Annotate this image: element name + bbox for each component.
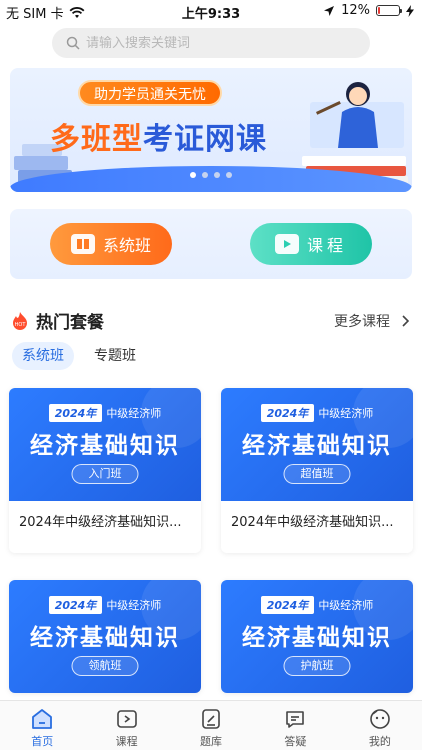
banner-title-part2: 考证网课: [143, 122, 267, 157]
tabbar-item-question-bank[interactable]: 题库: [169, 701, 253, 750]
play-icon: [274, 234, 299, 254]
cover-badge: 入门班: [71, 464, 139, 484]
svg-text:HOT: HOT: [15, 322, 27, 328]
cover-year: 2024年: [48, 596, 103, 614]
tabbar-item-profile[interactable]: 我的: [338, 701, 422, 750]
course-name: 2024年中级经济基础知识...: [19, 515, 182, 530]
tab-topic-class[interactable]: 专题班: [84, 342, 146, 370]
hot-section-header: HOT 热门套餐 更多课程: [10, 308, 412, 334]
course-cover: 2024年 中级经济师 经济基础知识 超值班: [221, 388, 413, 501]
cover-exam: 中级经济师: [318, 599, 374, 612]
cover-year: 2024年: [48, 404, 103, 422]
hot-title: 热门套餐: [36, 313, 104, 333]
banner-dot[interactable]: [190, 172, 196, 178]
question-bank-icon: [202, 709, 220, 729]
cover-title: 经济基础知识: [30, 433, 180, 459]
system-class-label: 系统班: [102, 236, 151, 255]
class-type-card: 系统班 课程: [10, 209, 412, 279]
book-icon: [70, 234, 95, 254]
cover-header: 2024年 中级经济师: [9, 596, 201, 614]
battery-icon: [376, 5, 402, 16]
cover-header: 2024年 中级经济师: [221, 404, 413, 422]
tab-system-class[interactable]: 系统班: [12, 342, 74, 370]
cover-title: 经济基础知识: [242, 433, 392, 459]
tabbar-label-home: 首页: [31, 735, 54, 748]
course-icon: [116, 710, 137, 728]
course-label: 课程: [306, 236, 347, 255]
hot-icon: HOT: [13, 312, 27, 330]
course-button[interactable]: 课程: [250, 223, 372, 265]
banner-pagination[interactable]: [190, 172, 232, 178]
status-bar: 无 SIM 卡 上午9:33 12%: [0, 0, 422, 22]
cover-year: 2024年: [260, 404, 315, 422]
status-right: 12%: [323, 3, 414, 18]
battery-percent: 12%: [341, 3, 370, 18]
cover-badge: 护航班: [283, 656, 351, 676]
more-courses-label: 更多课程: [334, 314, 390, 330]
course-card[interactable]: 2024年 中级经济师 经济基础知识 超值班 2024年中级经济基础知识...: [221, 388, 413, 553]
home-icon: [32, 709, 53, 729]
cover-badge: 超值班: [283, 464, 351, 484]
cover-exam: 中级经济师: [318, 407, 374, 420]
tabbar-label-question-bank: 题库: [200, 735, 223, 748]
search-icon: [66, 36, 80, 50]
banner-tag: 助力学员通关无忧: [78, 80, 222, 106]
banner-title-part1: 多班型: [50, 122, 143, 157]
location-icon: [324, 5, 335, 16]
tabbar-item-home[interactable]: 首页: [0, 701, 84, 750]
profile-icon: [370, 709, 390, 729]
promo-banner[interactable]: 助力学员通关无忧 多班型考证网课: [10, 68, 412, 192]
hot-tabs: 系统班 专题班: [12, 342, 146, 370]
cover-title: 经济基础知识: [30, 625, 180, 651]
tabbar-item-qa[interactable]: 答疑: [253, 701, 337, 750]
system-class-button[interactable]: 系统班: [50, 223, 172, 265]
cover-exam: 中级经济师: [106, 407, 162, 420]
banner-dot[interactable]: [202, 172, 208, 178]
battery-fill: [378, 7, 381, 14]
course-card[interactable]: 2024年 中级经济师 经济基础知识 入门班 2024年中级经济基础知识...: [9, 388, 201, 553]
tabbar-label-qa: 答疑: [284, 735, 307, 748]
search-input[interactable]: [86, 35, 356, 51]
course-name: 2024年中级经济基础知识...: [231, 515, 394, 530]
search-bar[interactable]: [52, 28, 370, 58]
tabbar-label-profile: 我的: [368, 735, 391, 748]
charging-icon: [406, 4, 414, 17]
cover-badge: 领航班: [71, 656, 139, 676]
cover-exam: 中级经济师: [106, 599, 162, 612]
tabbar-item-course[interactable]: 课程: [84, 701, 168, 750]
cover-year: 2024年: [260, 596, 315, 614]
banner-title: 多班型考证网课: [50, 114, 267, 158]
bottom-tab-bar: 首页 课程 题库 答疑 我的: [0, 700, 422, 750]
course-cover: 2024年 中级经济师 经济基础知识 领航班: [9, 580, 201, 693]
tabbar-label-course: 课程: [115, 735, 138, 748]
cover-header: 2024年 中级经济师: [221, 596, 413, 614]
cover-header: 2024年 中级经济师: [9, 404, 201, 422]
qa-icon: [286, 711, 305, 728]
course-cover: 2024年 中级经济师 经济基础知识 入门班: [9, 388, 201, 501]
course-cover: 2024年 中级经济师 经济基础知识 护航班: [221, 580, 413, 693]
course-card[interactable]: 2024年 中级经济师 经济基础知识 护航班: [221, 580, 413, 693]
chevron-right-icon: [402, 315, 410, 327]
more-courses-link[interactable]: 更多课程: [334, 311, 410, 331]
banner-dot[interactable]: [214, 172, 220, 178]
banner-dot[interactable]: [226, 172, 232, 178]
course-card[interactable]: 2024年 中级经济师 经济基础知识 领航班: [9, 580, 201, 693]
cover-title: 经济基础知识: [242, 625, 392, 651]
